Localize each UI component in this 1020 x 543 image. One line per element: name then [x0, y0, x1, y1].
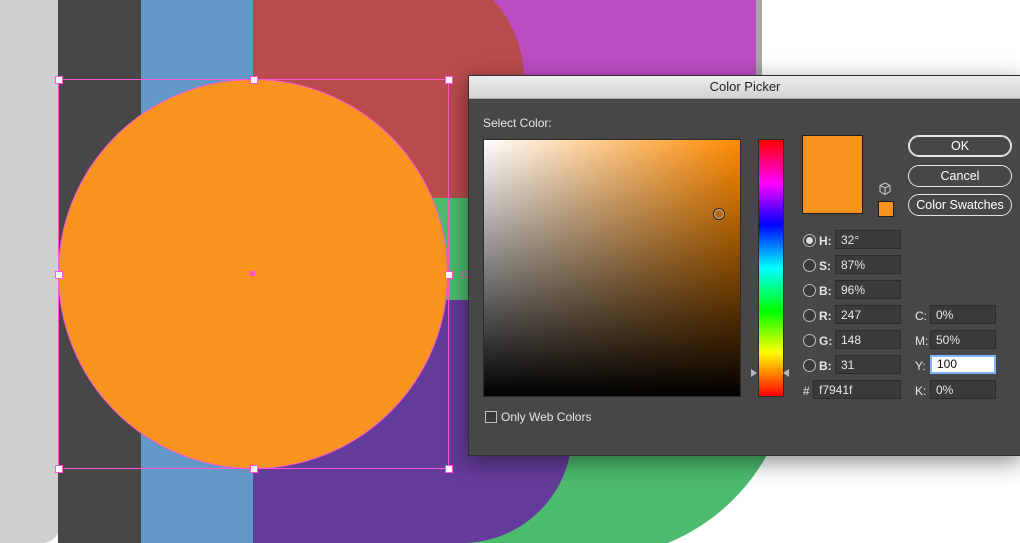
blue-label: B:	[819, 359, 832, 373]
yellow-label: Y:	[915, 359, 926, 373]
color-swatches-button[interactable]: Color Swatches	[908, 194, 1012, 216]
handle-top-right[interactable]	[445, 76, 453, 84]
hex-input[interactable]: f7941f	[813, 380, 901, 399]
cancel-button[interactable]: Cancel	[908, 165, 1012, 187]
handle-middle-left[interactable]	[55, 271, 63, 279]
brightness-input[interactable]: 96%	[835, 280, 901, 299]
black-label: K:	[915, 384, 927, 398]
green-radio[interactable]	[803, 334, 816, 347]
hue-slider[interactable]	[758, 139, 784, 397]
current-color-swatch	[802, 135, 863, 214]
hue-label: H:	[819, 234, 832, 248]
red-label: R:	[819, 309, 832, 323]
only-web-colors-label[interactable]: Only Web Colors	[501, 410, 591, 424]
cyan-input[interactable]: 0%	[930, 305, 996, 324]
color-field-marker[interactable]	[713, 208, 725, 220]
saturation-label: S:	[819, 259, 831, 273]
hue-slider-left-arrow[interactable]	[751, 369, 757, 377]
brightness-label: B:	[819, 284, 832, 298]
gray-panel-left	[0, 0, 60, 543]
green-label: G:	[819, 334, 833, 348]
red-radio[interactable]	[803, 309, 816, 322]
center-point	[250, 271, 255, 276]
handle-top-left[interactable]	[55, 76, 63, 84]
cyan-label: C:	[915, 309, 927, 323]
black-input[interactable]: 0%	[930, 380, 996, 399]
green-input[interactable]: 148	[835, 330, 901, 349]
dialog-title: Color Picker	[469, 76, 1020, 99]
brightness-radio[interactable]	[803, 284, 816, 297]
handle-bottom-right[interactable]	[445, 465, 453, 473]
select-color-label: Select Color:	[483, 116, 552, 130]
hue-input[interactable]: 32°	[835, 230, 901, 249]
color-field[interactable]	[483, 139, 741, 397]
handle-top-center[interactable]	[250, 76, 258, 84]
handle-bottom-center[interactable]	[250, 465, 258, 473]
handle-bottom-left[interactable]	[55, 465, 63, 473]
magenta-label: M:	[915, 334, 929, 348]
blue-radio[interactable]	[803, 359, 816, 372]
blue-input[interactable]: 31	[835, 355, 901, 374]
saturation-input[interactable]: 87%	[835, 255, 901, 274]
only-web-colors-checkbox[interactable]	[485, 411, 497, 423]
rotate-anchor[interactable]	[461, 271, 468, 278]
yellow-input[interactable]: 100	[930, 355, 996, 374]
hue-slider-right-arrow[interactable]	[783, 369, 789, 377]
hue-radio[interactable]	[803, 234, 816, 247]
handle-middle-right[interactable]	[445, 271, 453, 279]
cube-icon[interactable]	[878, 182, 892, 196]
red-input[interactable]: 247	[835, 305, 901, 324]
web-safe-color-swatch[interactable]	[878, 201, 894, 217]
ok-button[interactable]: OK	[908, 135, 1012, 157]
hex-label: #	[803, 384, 810, 398]
saturation-radio[interactable]	[803, 259, 816, 272]
color-picker-dialog: Color Picker Select Color: OK Cancel Col…	[468, 75, 1020, 456]
magenta-input[interactable]: 50%	[930, 330, 996, 349]
